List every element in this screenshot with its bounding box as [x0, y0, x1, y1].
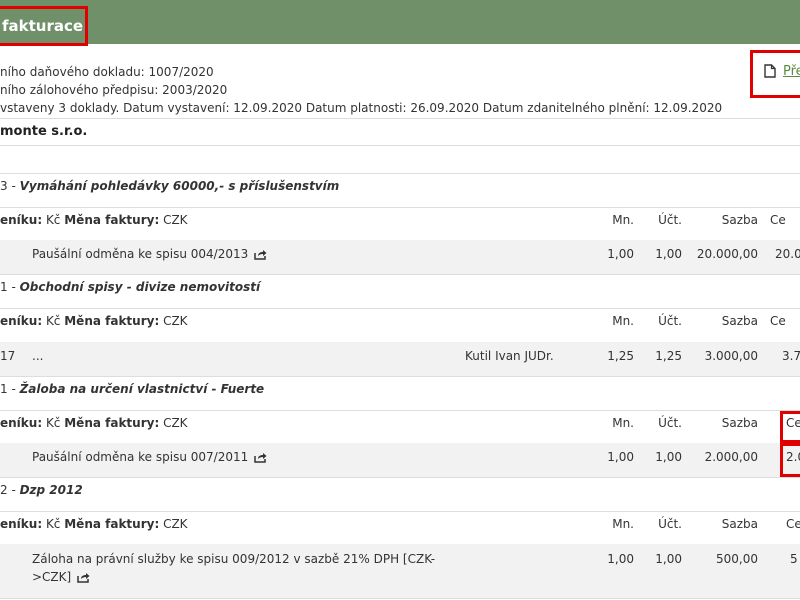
- column-mn: Mn.: [612, 517, 634, 531]
- item-description: Záloha na právní služby ke spisu 009/201…: [32, 552, 436, 566]
- invoice-currency-label: Měna faktury:: [64, 416, 160, 430]
- share-icon[interactable]: [254, 249, 267, 260]
- share-icon[interactable]: [254, 452, 267, 463]
- item-mn: 1,00: [607, 450, 634, 464]
- table-row[interactable]: Záloha na právní služby ke spisu 009/201…: [0, 544, 800, 598]
- invoice-currency-label: Měna faktury:: [64, 517, 160, 531]
- item-sazba: 500,00: [716, 552, 758, 566]
- item-uct: 1,00: [655, 450, 682, 464]
- item-mn: 1,00: [607, 247, 634, 261]
- price-list-currency-value: Kč: [42, 416, 65, 430]
- price-list-currency-label: eníku:: [0, 213, 43, 227]
- invoice-currency-value: CZK: [159, 416, 188, 430]
- item-mn: 1,00: [607, 552, 634, 566]
- matter-header: 1 - Žaloba na určení vlastnictví - Fuert…: [0, 377, 800, 410]
- column-uct: Účt.: [658, 314, 682, 328]
- column-header-row: eníku: Kč Měna faktury: CZK Mn. Účt. Saz…: [0, 512, 800, 544]
- matter-title: Obchodní spisy - divize nemovitostí: [19, 280, 261, 294]
- matter-title: Vymáhání pohledávky 60000,- s příslušens…: [19, 179, 340, 193]
- item-description: Paušální odměna ke spisu 004/2013: [32, 247, 249, 261]
- tax-document-info: ního daňového dokladu: 1007/2020: [0, 65, 214, 79]
- column-mn: Mn.: [612, 416, 634, 430]
- price-list-currency-value: Kč: [42, 314, 65, 328]
- page-header: fakturace: [0, 0, 800, 46]
- matter-header: 3 - Vymáhání pohledávky 60000,- s příslu…: [0, 174, 800, 207]
- item-sazba: 3.000,00: [704, 349, 758, 363]
- matter-header: 1 - Obchodní spisy - divize nemovitostí: [0, 275, 800, 308]
- matter-title: Dzp 2012: [19, 483, 83, 497]
- table-row[interactable]: Paušální odměna ke spisu 007/2011 1,00 1…: [0, 443, 800, 477]
- price-highlight: [780, 411, 800, 443]
- client-name: monte s.r.o.: [0, 124, 88, 139]
- invoice-currency-label: Měna faktury:: [64, 213, 160, 227]
- item-mn: 1,25: [607, 349, 634, 363]
- item-cena: 5: [790, 552, 798, 566]
- item-sazba: 20.000,00: [696, 247, 758, 261]
- matter-number: 2 -: [0, 483, 20, 497]
- matter-title: Žaloba na určení vlastnictví - Fuerte: [19, 382, 265, 396]
- column-mn: Mn.: [612, 314, 634, 328]
- item-description: ...: [32, 349, 44, 363]
- column-sazba: Sazba: [721, 416, 758, 430]
- invoice-currency-value: CZK: [159, 517, 188, 531]
- column-cena: Ce: [770, 213, 786, 227]
- column-cena: Ce: [770, 314, 786, 328]
- share-icon[interactable]: [77, 572, 90, 583]
- preview-link[interactable]: Pře: [783, 64, 800, 79]
- column-cena: Ce: [786, 517, 800, 531]
- price-list-currency-label: eníku:: [0, 416, 43, 430]
- column-sazba: Sazba: [721, 517, 758, 531]
- table-row[interactable]: 17 ... Kutil Ivan JUDr. 1,25 1,25 3.000,…: [0, 342, 800, 376]
- item-uct: 1,00: [655, 247, 682, 261]
- item-date-fragment: 17: [0, 349, 16, 363]
- divider: [0, 145, 800, 146]
- column-uct: Účt.: [658, 213, 682, 227]
- matter-number: 1 -: [0, 280, 20, 294]
- column-header-row: eníku: Kč Měna faktury: CZK Mn. Účt. Saz…: [0, 208, 800, 240]
- item-sazba: 2.000,00: [704, 450, 758, 464]
- issue-dates-info: vstaveny 3 doklady. Datum vystavení: 12.…: [0, 101, 723, 115]
- price-list-currency-label: eníku:: [0, 314, 43, 328]
- advance-document-info: ního zálohového předpisu: 2003/2020: [0, 83, 228, 97]
- document-icon[interactable]: [764, 64, 776, 78]
- page-title: fakturace: [0, 6, 88, 46]
- invoice-currency-label: Měna faktury:: [64, 314, 160, 328]
- price-highlight: [780, 443, 800, 477]
- column-header-row: eníku: Kč Měna faktury: CZK Mn. Účt. Saz…: [0, 411, 800, 443]
- column-sazba: Sazba: [721, 314, 758, 328]
- item-uct: 1,00: [655, 552, 682, 566]
- item-cena: 3.7: [782, 349, 800, 363]
- column-mn: Mn.: [612, 213, 634, 227]
- matter-number: 3 -: [0, 179, 20, 193]
- item-uct: 1,25: [655, 349, 682, 363]
- item-cena: 20.0: [775, 247, 800, 261]
- divider: [0, 598, 800, 599]
- price-list-currency-value: Kč: [42, 213, 65, 227]
- price-list-currency-value: Kč: [42, 517, 65, 531]
- invoice-currency-value: CZK: [159, 314, 188, 328]
- matter-number: 1 -: [0, 382, 20, 396]
- item-description: Paušální odměna ke spisu 007/2011: [32, 450, 249, 464]
- price-list-currency-label: eníku:: [0, 517, 43, 531]
- column-sazba: Sazba: [721, 213, 758, 227]
- column-header-row: eníku: Kč Měna faktury: CZK Mn. Účt. Saz…: [0, 309, 800, 342]
- column-uct: Účt.: [658, 517, 682, 531]
- table-row[interactable]: Paušální odměna ke spisu 004/2013 1,00 1…: [0, 240, 800, 274]
- item-person: Kutil Ivan JUDr.: [465, 349, 554, 363]
- item-description-continued: >CZK]: [32, 570, 72, 584]
- divider: [0, 118, 800, 119]
- column-uct: Účt.: [658, 416, 682, 430]
- matter-header: 2 - Dzp 2012: [0, 478, 800, 511]
- invoice-currency-value: CZK: [159, 213, 188, 227]
